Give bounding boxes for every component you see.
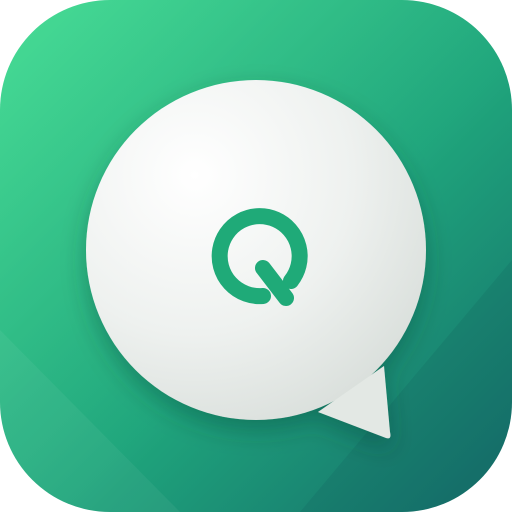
app-icon-canvas [0,0,512,512]
app-icon[interactable] [0,0,512,512]
